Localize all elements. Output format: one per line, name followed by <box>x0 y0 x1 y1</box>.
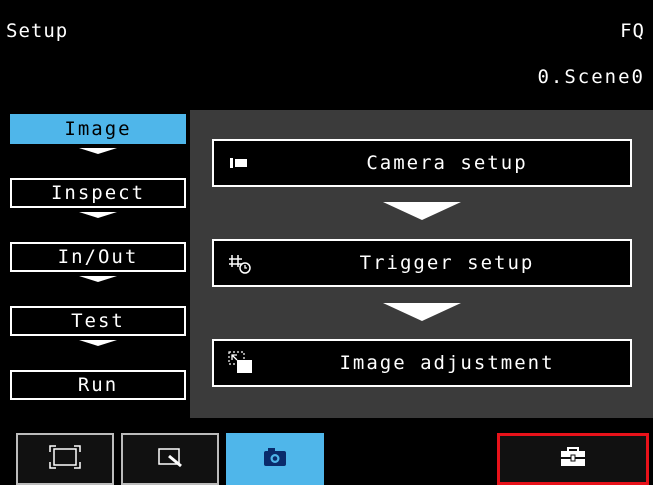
image-adjustment-button[interactable]: Image adjustment <box>212 339 632 387</box>
sidebar-item-label: Run <box>77 374 119 396</box>
flow-arrow-icon <box>79 148 117 154</box>
flow-arrow-icon <box>79 212 117 218</box>
flow-arrow-icon <box>383 303 461 321</box>
sidebar-item-test[interactable]: Test <box>10 306 186 336</box>
flow-arrow-icon <box>383 202 461 220</box>
sidebar-item-inspect[interactable]: Inspect <box>10 178 186 208</box>
screen-title: Setup <box>6 20 69 42</box>
step-label: Image adjustment <box>339 352 555 374</box>
trigger-setup-button[interactable]: Trigger setup <box>212 239 632 287</box>
image-adjust-icon <box>228 351 254 375</box>
camera-setup-button[interactable]: Camera setup <box>212 139 632 187</box>
sidebar-item-label: Test <box>71 310 125 332</box>
fit-screen-button[interactable] <box>16 433 114 485</box>
sidebar-item-image[interactable]: Image <box>10 114 186 144</box>
camera-setup-icon <box>228 151 254 175</box>
zoom-icon <box>153 444 187 474</box>
trigger-icon <box>228 251 254 275</box>
sidebar-item-in-out[interactable]: In/Out <box>10 242 186 272</box>
flow-arrow-icon <box>79 340 117 346</box>
camera-view-button[interactable] <box>226 433 324 485</box>
fit-screen-icon <box>48 444 82 474</box>
step-label: Trigger setup <box>359 252 535 274</box>
camera-icon <box>258 444 292 474</box>
zoom-button[interactable] <box>121 433 219 485</box>
toolbox-icon <box>556 444 590 474</box>
sidebar-item-run[interactable]: Run <box>10 370 186 400</box>
scene-label: 0.Scene0 <box>537 66 645 88</box>
sidebar-item-label: In/Out <box>57 246 139 268</box>
model-label: FQ <box>620 20 645 42</box>
sidebar-item-label: Inspect <box>50 182 146 204</box>
flow-arrow-icon <box>79 276 117 282</box>
sidebar-item-label: Image <box>64 118 132 140</box>
tools-button[interactable] <box>497 433 649 485</box>
step-label: Camera setup <box>366 152 528 174</box>
